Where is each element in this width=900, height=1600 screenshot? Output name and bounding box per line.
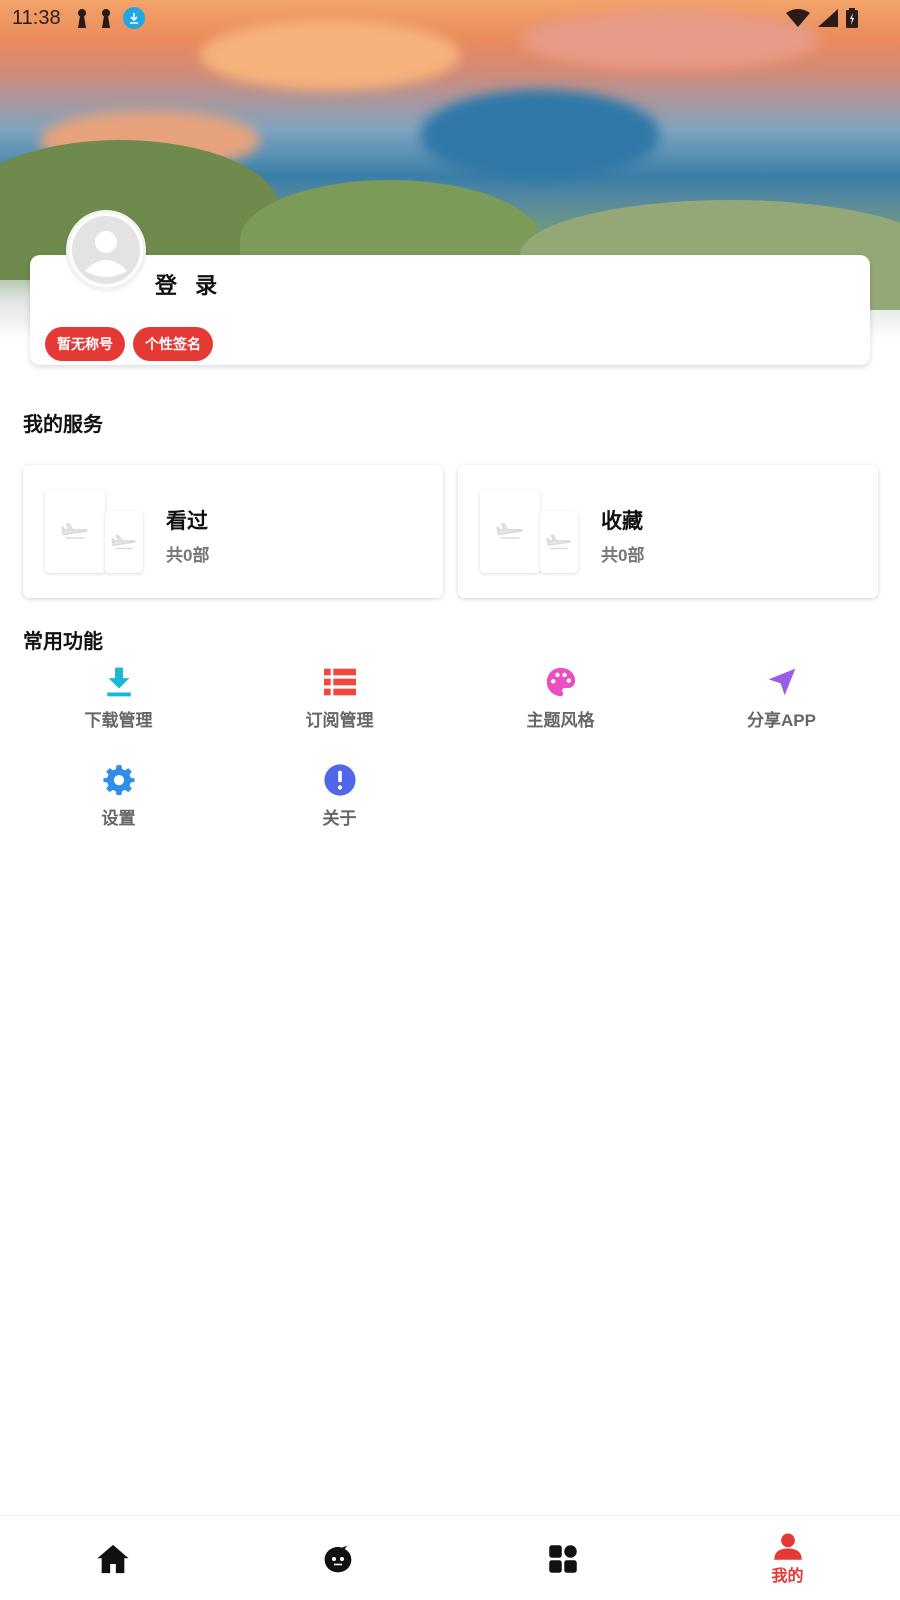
nav-mine[interactable]: 我的 (675, 1516, 900, 1600)
features-section-title: 常用功能 (23, 631, 103, 653)
status-time: 11:38 (12, 6, 61, 29)
feature-label: 分享APP (747, 711, 816, 730)
favorites-card[interactable]: 收藏 共0部 (458, 465, 878, 598)
feature-label: 主题风格 (526, 711, 595, 730)
poster-placeholder (540, 511, 578, 573)
plane-icon (546, 534, 571, 550)
info-icon (323, 764, 356, 796)
feature-label: 关于 (322, 809, 357, 828)
send-icon (768, 668, 795, 696)
wifi-icon (786, 9, 810, 27)
plane-icon (111, 534, 136, 550)
title-badge[interactable]: 暂无称号 (45, 327, 125, 361)
plane-icon (496, 523, 523, 539)
keyhole-icon (101, 9, 110, 28)
signal-icon (818, 9, 838, 27)
favorites-thumbnails (480, 489, 580, 573)
favorites-count: 共0部 (601, 546, 645, 565)
poster-placeholder (105, 511, 143, 573)
feature-label: 设置 (101, 809, 136, 828)
signature-badge[interactable]: 个性签名 (133, 327, 213, 361)
services-section-title: 我的服务 (23, 414, 103, 436)
list-icon (323, 668, 356, 696)
avatar[interactable] (66, 210, 146, 290)
poster-placeholder (45, 489, 105, 573)
feature-label: 订阅管理 (305, 711, 374, 730)
download-notification-icon (122, 7, 145, 29)
nav-discover[interactable] (225, 1516, 450, 1600)
download-icon (106, 667, 131, 697)
keyhole-icon (77, 9, 86, 28)
favorites-title: 收藏 (601, 510, 643, 533)
status-bar: 11:38 (0, 0, 900, 36)
login-button[interactable]: 登 录 (155, 268, 223, 300)
grid-icon (548, 1544, 577, 1573)
history-count: 共0部 (166, 546, 210, 565)
nav-categories[interactable] (450, 1516, 675, 1600)
feature-theme-style[interactable]: 主题风格 (450, 662, 671, 731)
plane-icon (61, 523, 88, 539)
history-title: 看过 (166, 510, 208, 533)
mascot-icon (324, 1545, 351, 1572)
feature-about[interactable]: 关于 (229, 760, 450, 829)
feature-share-app[interactable]: 分享APP (671, 662, 892, 731)
feature-settings[interactable]: 设置 (8, 760, 229, 829)
gear-icon (102, 765, 135, 796)
nav-home[interactable] (0, 1516, 225, 1600)
profile-badges: 暂无称号 个性签名 (45, 327, 213, 361)
nav-mine-label: 我的 (771, 1567, 804, 1585)
feature-download-manager[interactable]: 下载管理 (8, 662, 229, 731)
home-icon (96, 1544, 129, 1573)
poster-placeholder (480, 489, 540, 573)
cloud (420, 90, 660, 180)
feature-subscription-manager[interactable]: 订阅管理 (229, 662, 450, 731)
battery-icon (846, 8, 858, 28)
history-thumbnails (45, 489, 145, 573)
user-icon (773, 1533, 802, 1560)
user-avatar-icon (72, 216, 140, 284)
history-card[interactable]: 看过 共0部 (23, 465, 443, 598)
palette-icon (546, 667, 575, 697)
bottom-navigation: 我的 (0, 1515, 900, 1600)
feature-label: 下载管理 (84, 711, 153, 730)
